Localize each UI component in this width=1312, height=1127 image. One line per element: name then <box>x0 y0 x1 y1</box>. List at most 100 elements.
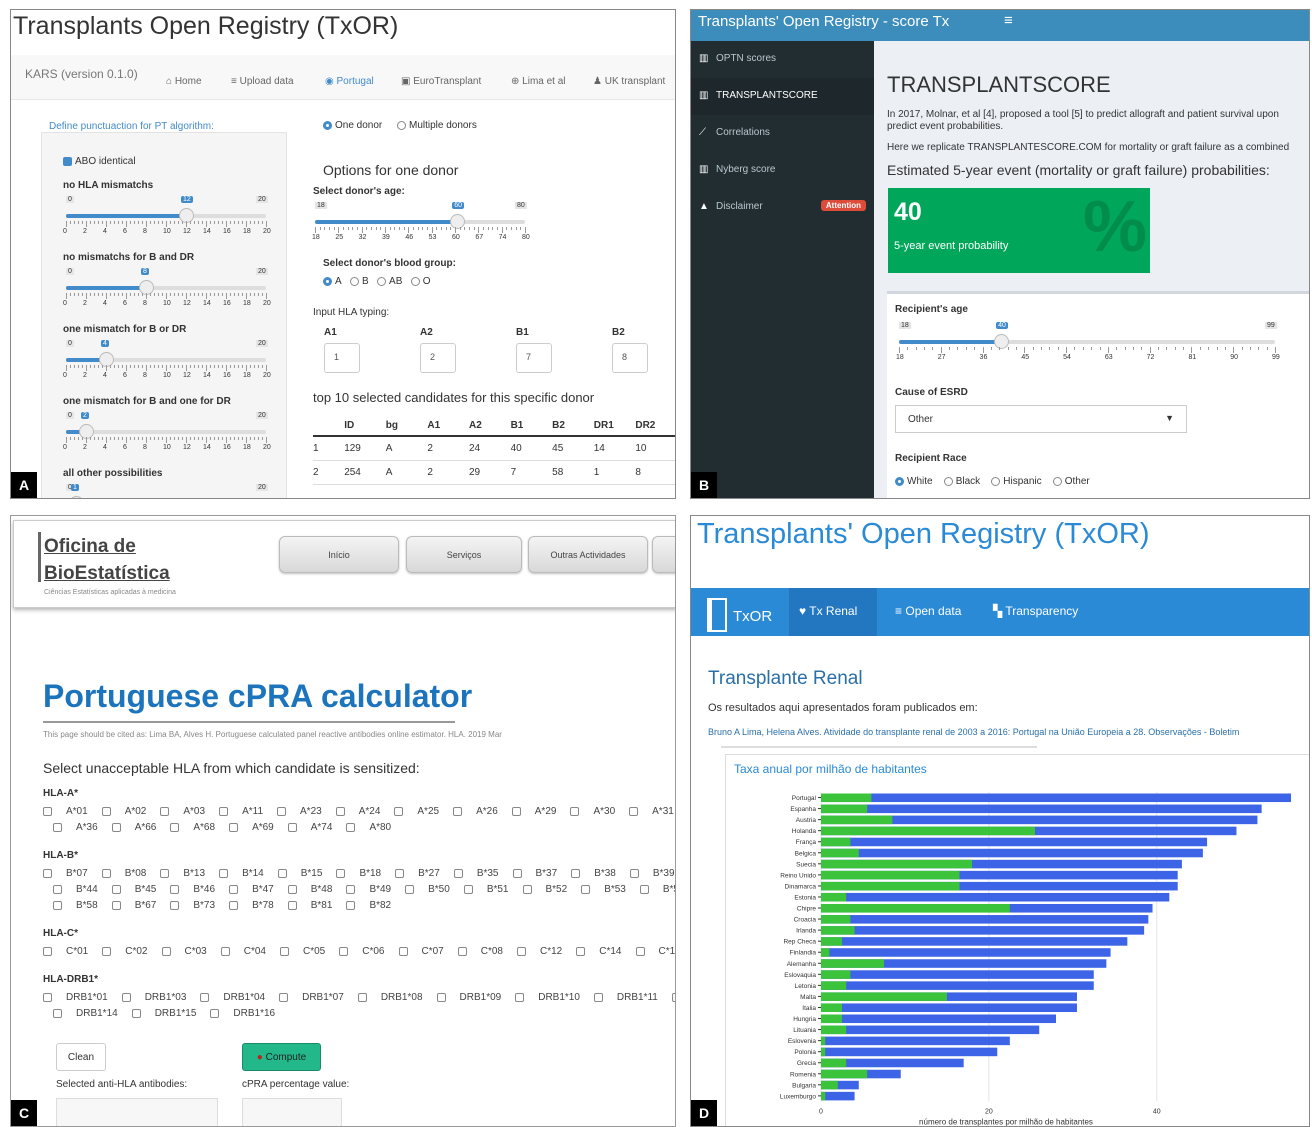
hla-b1-input[interactable]: 7 <box>516 343 552 373</box>
hla-checkbox[interactable]: C*14 <box>576 946 622 957</box>
hla-checkbox[interactable]: B*82 <box>346 900 391 911</box>
column-header[interactable]: DR1 <box>593 416 636 437</box>
column-header[interactable] <box>313 416 345 437</box>
hla-checkbox[interactable]: DRB1*15 <box>131 1008 196 1019</box>
tab-transparency[interactable]: ▚ Transparency <box>993 604 1078 618</box>
hla-a1-input[interactable]: 1 <box>324 343 360 373</box>
column-header[interactable]: bg <box>385 416 428 437</box>
chart-tab[interactable]: Taxa anual por milhão de habitantes <box>734 762 927 776</box>
hla-b2-input[interactable]: 8 <box>612 343 648 373</box>
hla-checkbox[interactable]: A*26 <box>453 806 498 817</box>
hla-checkbox[interactable]: B*50 <box>405 884 450 895</box>
hla-checkbox[interactable]: B*53 <box>581 884 626 895</box>
column-header[interactable]: B1 <box>510 416 553 437</box>
hla-checkbox[interactable]: A*25 <box>394 806 439 817</box>
column-header[interactable]: B2 <box>552 416 594 437</box>
abo-checkbox[interactable]: ABO identical <box>63 156 136 167</box>
hla-checkbox[interactable]: B*51 <box>463 884 509 895</box>
hla-checkbox[interactable]: A*31 <box>629 806 674 817</box>
hla-checkbox[interactable]: DRB1*16 <box>210 1008 275 1019</box>
nav-servicos[interactable]: Serviços <box>406 536 522 573</box>
column-header[interactable]: A1 <box>427 416 469 437</box>
nav-lima[interactable]: ⊕ Lima et al <box>511 76 566 87</box>
hla-checkbox[interactable]: A*11 <box>219 806 263 817</box>
publication-link[interactable]: Bruno A Lima, Helena Alves. Atividade do… <box>708 727 1239 737</box>
hla-checkbox[interactable]: A*23 <box>277 806 322 817</box>
hla-checkbox[interactable]: DRB1*01 <box>43 992 108 1003</box>
table-row[interactable]: 2 254 A 2 29 7 58 1 8 <box>313 460 675 485</box>
hla-checkbox[interactable]: C*05 <box>280 946 325 957</box>
hla-checkbox[interactable]: A*69 <box>229 822 274 833</box>
hla-checkbox[interactable]: DRB1*10 <box>515 992 580 1003</box>
nav-portugal[interactable]: ◉ Portugal <box>325 76 374 87</box>
sidebar-item-optn[interactable]: ▥ OPTN scores <box>691 41 874 78</box>
hla-checkbox[interactable]: A*24 <box>335 806 380 817</box>
hla-checkbox[interactable]: A*36 <box>53 822 98 833</box>
hla-checkbox[interactable]: DRB1*09 <box>436 992 501 1003</box>
hla-checkbox[interactable]: A*66 <box>111 822 156 833</box>
race-radios[interactable]: White Black Hispanic Other <box>895 476 1090 487</box>
column-header[interactable]: ID <box>344 416 386 437</box>
hla-checkbox[interactable]: A*29 <box>511 806 556 817</box>
hla-checkbox[interactable]: C*02 <box>102 946 148 957</box>
nav-upload[interactable]: ≡ Upload data <box>231 76 294 87</box>
nav-inicio[interactable]: Início <box>279 536 399 573</box>
nav-eurotransplant[interactable]: ▣ EuroTransplant <box>401 76 481 87</box>
hla-checkbox[interactable]: B*48 <box>287 884 332 895</box>
tab-tx-renal[interactable]: ♥ Tx Renal <box>789 588 877 636</box>
hla-checkbox[interactable]: B*38 <box>571 868 616 879</box>
hla-checkbox[interactable]: B*15 <box>277 868 322 879</box>
hla-checkbox[interactable]: B*35 <box>453 868 499 879</box>
hla-checkbox[interactable]: B*37 <box>512 868 557 879</box>
column-header[interactable]: DR2 <box>635 416 675 437</box>
hamburger-icon[interactable]: ≡ <box>1004 12 1013 29</box>
hla-checkbox[interactable]: A*80 <box>346 822 391 833</box>
slider-track[interactable] <box>66 430 266 434</box>
hla-checkbox[interactable]: B*18 <box>336 868 381 879</box>
brand[interactable]: TxOR <box>733 608 772 625</box>
hla-checkbox[interactable]: C*01 <box>43 946 88 957</box>
hla-checkbox[interactable]: B*46 <box>170 884 215 895</box>
hla-checkbox[interactable]: DRB1*14 <box>53 1008 118 1019</box>
hla-checkbox[interactable]: A*03 <box>160 806 205 817</box>
sidebar-item-nyberg[interactable]: ▥ Nyberg score <box>691 152 874 189</box>
hla-checkbox[interactable]: B*45 <box>111 884 156 895</box>
hla-a2-input[interactable]: 2 <box>420 343 456 373</box>
hla-checkbox[interactable]: B*13 <box>160 868 205 879</box>
hla-checkbox[interactable]: B*81 <box>287 900 332 911</box>
hla-checkbox[interactable]: DRB1*08 <box>357 992 423 1003</box>
hla-checkbox[interactable]: B*27 <box>395 868 440 879</box>
hla-checkbox[interactable]: C*15 <box>635 946 675 957</box>
hla-checkbox[interactable]: A*02 <box>101 806 146 817</box>
hla-checkbox[interactable]: B*08 <box>101 868 146 879</box>
hla-checkbox[interactable]: B*14 <box>219 868 264 879</box>
hla-checkbox[interactable]: DRB1*07 <box>279 992 344 1003</box>
esrd-select[interactable]: Other ▼ <box>895 405 1187 433</box>
hla-checkbox[interactable]: C*12 <box>517 946 562 957</box>
hla-checkbox[interactable]: B*52 <box>522 884 567 895</box>
hla-checkbox[interactable]: C*04 <box>220 946 266 957</box>
hla-checkbox[interactable]: DRB1 <box>671 992 675 1003</box>
hla-checkbox[interactable]: A*30 <box>570 806 615 817</box>
hla-checkbox[interactable]: B*58 <box>53 900 98 911</box>
hla-checkbox[interactable]: B*78 <box>229 900 274 911</box>
nav-outras[interactable]: Outras Actividades <box>528 536 648 573</box>
one-donor-radio[interactable]: One donor <box>323 120 382 131</box>
hla-checkbox[interactable]: DRB1*03 <box>121 992 186 1003</box>
hla-checkbox[interactable]: B*49 <box>346 884 391 895</box>
nav-home[interactable]: ⌂ Home <box>166 76 202 87</box>
nav-more[interactable] <box>652 536 675 573</box>
blood-group-radios[interactable]: A B AB O <box>323 276 431 287</box>
sidebar-item-disclaimer[interactable]: ▲ Disclaimer Attention <box>691 189 874 226</box>
hla-checkbox[interactable]: B*73 <box>170 900 215 911</box>
compute-button[interactable]: ● Compute <box>242 1043 321 1071</box>
nav-uk[interactable]: ♟ UK transplant <box>593 76 665 87</box>
hla-checkbox[interactable]: B*67 <box>111 900 156 911</box>
hla-checkbox[interactable]: A*68 <box>170 822 215 833</box>
hla-checkbox[interactable]: C*03 <box>161 946 207 957</box>
clean-button[interactable]: Clean <box>56 1043 106 1071</box>
hla-checkbox[interactable]: B*54 <box>639 884 675 895</box>
hla-checkbox[interactable]: B*44 <box>53 884 98 895</box>
hla-checkbox[interactable]: C*08 <box>457 946 503 957</box>
sidebar-item-transplantscore[interactable]: ▥ TRANSPLANTSCORE <box>691 78 874 115</box>
